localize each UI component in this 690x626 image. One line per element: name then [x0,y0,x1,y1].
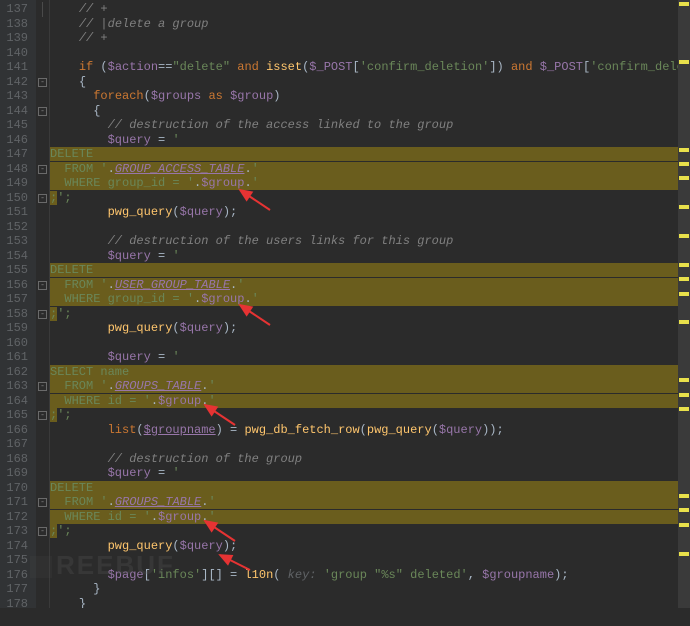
marker[interactable] [679,320,689,324]
line-number: 153 [0,234,28,249]
marker[interactable] [679,205,689,209]
line-number: 137 [0,2,28,17]
line-number: 143 [0,89,28,104]
fold-toggle[interactable]: - [38,382,47,391]
function-call: pwg_query [108,321,173,335]
line-number: 173 [0,524,28,539]
line-number: 152 [0,220,28,235]
comment: // destruction of the users links for th… [108,234,454,248]
line-number: 141 [0,60,28,75]
line-number: 161 [0,350,28,365]
line-number: 175 [0,553,28,568]
watermark: REEBUF [30,550,175,581]
line-number: 169 [0,466,28,481]
sql-delete: DELETE [50,147,93,161]
fold-toggle[interactable]: - [38,281,47,290]
code-area[interactable]: // + // |delete a group // + if ($action… [50,0,690,608]
marker[interactable] [679,393,689,397]
line-number: 162 [0,365,28,380]
code-editor: 137 138 139 140 141 142 143 144 145 146 … [0,0,690,608]
line-number: 158 [0,307,28,322]
line-number: 150 [0,191,28,206]
line-number: 155 [0,263,28,278]
keyword-foreach: foreach [93,89,143,103]
marker[interactable] [679,552,689,556]
line-number: 139 [0,31,28,46]
sql-delete: DELETE [50,481,93,495]
marker[interactable] [679,2,689,6]
fold-toggle[interactable]: - [38,310,47,319]
line-number: 156 [0,278,28,293]
line-number: 138 [0,17,28,32]
line-number: 142 [0,75,28,90]
keyword-if: if [79,60,93,74]
line-number: 157 [0,292,28,307]
line-number-gutter: 137 138 139 140 141 142 143 144 145 146 … [0,0,36,608]
fold-toggle[interactable]: - [38,107,47,116]
marker[interactable] [679,162,689,166]
line-number: 165 [0,408,28,423]
comment: // + [79,31,108,45]
function-call: pwg_query [108,205,173,219]
line-number: 170 [0,481,28,496]
markers-strip[interactable] [678,0,690,608]
fold-gutter: - - - - - - - - - - [36,0,50,608]
line-number: 151 [0,205,28,220]
line-number: 140 [0,46,28,61]
line-number: 178 [0,597,28,612]
line-number: 154 [0,249,28,264]
line-number: 147 [0,147,28,162]
line-number: 160 [0,336,28,351]
line-number: 177 [0,582,28,597]
marker[interactable] [679,407,689,411]
line-number: 168 [0,452,28,467]
line-number: 171 [0,495,28,510]
fold-toggle[interactable]: - [38,165,47,174]
fold-toggle[interactable]: - [38,411,47,420]
brace: } [93,582,100,596]
line-number: 146 [0,133,28,148]
line-number: 164 [0,394,28,409]
marker[interactable] [679,523,689,527]
sql-delete: DELETE [50,263,93,277]
brace: } [79,597,86,609]
marker[interactable] [679,494,689,498]
comment: // + [79,2,108,16]
line-number: 167 [0,437,28,452]
brace: { [79,75,86,89]
line-number: 163 [0,379,28,394]
marker[interactable] [679,176,689,180]
comment: // destruction of the access linked to t… [108,118,454,132]
marker[interactable] [679,277,689,281]
marker[interactable] [679,378,689,382]
line-number: 174 [0,539,28,554]
fold-toggle[interactable]: - [38,498,47,507]
brace: { [93,104,100,118]
fold-toggle[interactable]: - [38,78,47,87]
line-number: 145 [0,118,28,133]
fold-toggle[interactable]: - [38,194,47,203]
line-number: 159 [0,321,28,336]
fold-toggle[interactable]: - [38,527,47,536]
marker[interactable] [679,60,689,64]
marker[interactable] [679,148,689,152]
line-number: 148 [0,162,28,177]
line-number: 144 [0,104,28,119]
code-line [50,46,690,61]
marker[interactable] [679,292,689,296]
line-number: 166 [0,423,28,438]
line-number: 172 [0,510,28,525]
comment: // |delete a group [79,17,209,31]
line-number: 149 [0,176,28,191]
comment: // destruction of the group [108,452,302,466]
sql-select: SELECT name [50,365,129,379]
marker[interactable] [679,508,689,512]
line-number: 176 [0,568,28,583]
marker[interactable] [679,263,689,267]
marker[interactable] [679,234,689,238]
